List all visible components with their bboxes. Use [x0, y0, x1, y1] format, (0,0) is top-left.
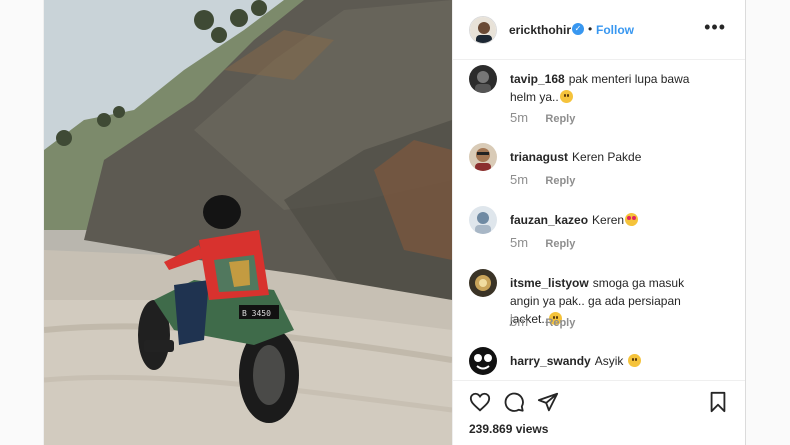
commenter-avatar[interactable] — [469, 347, 497, 375]
views-count[interactable]: 239.869 views — [469, 422, 548, 436]
more-options-icon[interactable]: ••• — [704, 17, 726, 38]
commenter-avatar[interactable] — [469, 65, 497, 93]
follow-button[interactable]: Follow — [596, 23, 634, 37]
commenter-avatar-image — [469, 206, 497, 234]
emoji-icon — [627, 354, 641, 367]
comment-meta: 5m Reply — [510, 314, 575, 329]
emoji-icon — [559, 90, 573, 103]
svg-text:B 3450: B 3450 — [242, 309, 271, 318]
comment-username[interactable]: trianagust — [510, 150, 568, 164]
reply-button[interactable]: Reply — [545, 113, 575, 125]
comment-time[interactable]: 5m — [510, 110, 528, 125]
comment-text-block: tavip_168 pak menteri lupa bawa helm ya.. — [510, 70, 716, 106]
reply-button[interactable]: Reply — [545, 238, 575, 250]
comment-time[interactable]: 5m — [510, 172, 528, 187]
author-username[interactable]: erickthohir — [509, 23, 571, 37]
commenter-avatar-image — [469, 65, 497, 93]
share-icon[interactable] — [537, 391, 559, 418]
commenter-avatar-image — [469, 143, 497, 171]
comment-body: Asyik — [594, 354, 624, 368]
comment-time[interactable]: 5m — [510, 314, 528, 329]
comment-icon[interactable] — [503, 391, 525, 418]
author-avatar-image — [470, 17, 496, 43]
verified-badge-icon: ✓ — [572, 23, 584, 35]
heart-eyes-emoji-icon — [625, 213, 639, 226]
reply-button[interactable]: Reply — [545, 317, 575, 329]
post-video[interactable]: B 3450 — [44, 0, 452, 445]
comment-username[interactable]: fauzan_kazeo — [510, 213, 588, 227]
video-frame-image: B 3450 — [44, 0, 452, 445]
comments-list: tavip_168 pak menteri lupa bawa helm ya..… — [453, 60, 745, 380]
author-avatar[interactable] — [469, 16, 497, 44]
post-header: erickthohir ✓ • Follow ••• — [453, 0, 745, 60]
comment-text-block: harry_swandy Asyik — [510, 352, 716, 370]
commenter-avatar[interactable] — [469, 143, 497, 171]
action-bar: 239.869 views — [453, 380, 745, 445]
comment-time[interactable]: 5m — [510, 235, 528, 250]
comment-text-block: fauzan_kazeo Keren — [510, 211, 716, 229]
comment-body: Keren — [592, 213, 625, 227]
comment-username[interactable]: itsme_listyow — [510, 276, 589, 290]
commenter-avatar-image — [469, 347, 497, 375]
comment-username[interactable]: harry_swandy — [510, 354, 591, 368]
commenter-avatar[interactable] — [469, 206, 497, 234]
bookmark-icon[interactable] — [708, 391, 728, 418]
comment-body: Keren Pakde — [572, 150, 642, 164]
commenter-avatar-image — [469, 269, 497, 297]
reply-button[interactable]: Reply — [545, 175, 575, 187]
post-side-panel: erickthohir ✓ • Follow ••• tavip_168 pak … — [452, 0, 745, 445]
commenter-avatar[interactable] — [469, 269, 497, 297]
comment-meta: 5m Reply — [510, 110, 575, 125]
comment-meta: 5m Reply — [510, 172, 575, 187]
comment-meta: 5m Reply — [510, 235, 575, 250]
instagram-post: B 3450 erickthohir ✓ • Follow ••• tavip_… — [43, 0, 746, 445]
comment-username[interactable]: tavip_168 — [510, 72, 565, 86]
heart-icon[interactable] — [469, 391, 491, 418]
separator-dot: • — [588, 22, 593, 36]
comment-text-block: trianagust Keren Pakde — [510, 148, 716, 166]
